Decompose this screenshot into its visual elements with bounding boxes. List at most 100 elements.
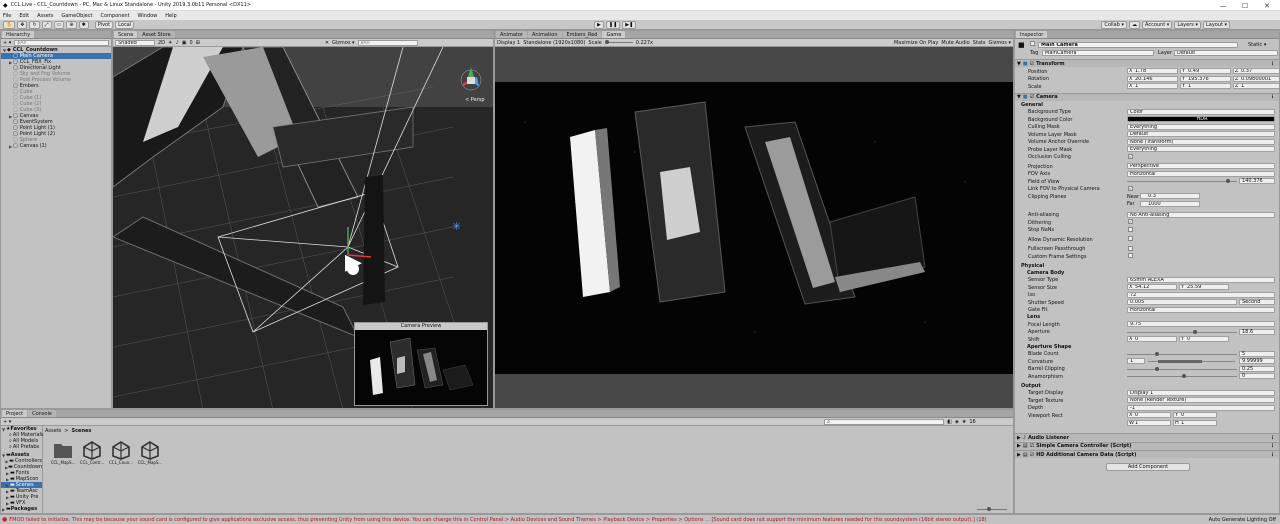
packages-header[interactable]: ▶ ▬ Packages: [1, 506, 42, 512]
camera-stop-nans-checkbox[interactable]: [1128, 226, 1133, 232]
viewport-rect-xy-field-1[interactable]: Y0: [1173, 412, 1217, 418]
barrel-clipping-value[interactable]: 0.25: [1239, 365, 1275, 372]
tab-embers-red[interactable]: Embers_Red: [562, 31, 602, 38]
game-gizmos-dropdown[interactable]: Gizmos ▾: [988, 40, 1011, 46]
tab-asset-store[interactable]: Asset Store: [138, 31, 175, 38]
hand-tool-icon[interactable]: ✋: [3, 20, 16, 29]
focal-length-value[interactable]: 9.75: [1127, 321, 1275, 327]
shutter-speed-value[interactable]: 0.005: [1127, 299, 1237, 305]
minimize-button[interactable]: —: [1212, 0, 1234, 11]
icon-size-slider[interactable]: [977, 507, 1007, 511]
component-enabled-checkbox[interactable]: ☑: [1030, 443, 1034, 449]
component-menu-icon[interactable]: ⋮: [1270, 443, 1275, 449]
viewport-rect-wh-field-0[interactable]: W1: [1127, 419, 1171, 426]
camera-projection-value[interactable]: Perspective: [1127, 163, 1275, 169]
near-clip-field[interactable]: 0.3: [1140, 193, 1200, 199]
aperture-slider[interactable]: [1127, 329, 1237, 334]
project-search-input[interactable]: ⌕: [824, 418, 945, 425]
tab-project[interactable]: Project: [2, 410, 28, 417]
pivot-toggle[interactable]: Pivot: [94, 20, 114, 29]
camera-link-fov-to-physical-camera-checkbox[interactable]: ✓: [1128, 185, 1133, 191]
transform-rotation-x-field[interactable]: X 20.146: [1127, 75, 1178, 82]
transform-position-x-field[interactable]: X 1.78: [1127, 68, 1178, 74]
menu-window[interactable]: Window: [138, 13, 158, 19]
object-name-field[interactable]: Main Camera: [1038, 41, 1238, 48]
scale-tool-icon[interactable]: ⤢: [41, 20, 52, 29]
maximize-button[interactable]: ☐: [1234, 0, 1256, 11]
far-clip-field[interactable]: 1000: [1140, 200, 1200, 207]
camera-allow-dynamic-resolution-checkbox[interactable]: [1128, 236, 1133, 241]
camera-field-of-view-slider-knob[interactable]: [1226, 179, 1230, 183]
transform-tool-icon[interactable]: ⊕: [66, 20, 77, 29]
mode-2d-toggle[interactable]: 2D: [158, 40, 165, 46]
step-button[interactable]: ▶❚: [622, 20, 637, 29]
tab-animation[interactable]: Animation: [528, 31, 562, 38]
collab-button[interactable]: Collab ▾: [1101, 20, 1128, 29]
display-dropdown[interactable]: Display 1: [497, 40, 520, 46]
create-dropdown[interactable]: + ▾: [3, 40, 11, 46]
target-texture-value[interactable]: None (Render Texture): [1127, 397, 1275, 403]
component-menu-icon[interactable]: ⋮: [1270, 452, 1275, 458]
camera-volume-anchor-override-value[interactable]: None (Transform): [1127, 138, 1275, 145]
transform-position-z-field[interactable]: Z 0.37: [1233, 68, 1279, 74]
sensor-size-field-1[interactable]: Y 25.59: [1179, 284, 1229, 290]
transform-rotation-y-field[interactable]: Y 195.376: [1180, 75, 1231, 82]
add-component-button[interactable]: Add Component: [1106, 462, 1190, 471]
curvature-max-field[interactable]: 9.99999: [1239, 358, 1275, 364]
component-enabled-checkbox[interactable]: ☑: [1030, 452, 1034, 458]
project-file[interactable]: CCL_Coun...: [107, 440, 135, 465]
tab-hierarchy[interactable]: Hierarchy: [2, 31, 35, 38]
game-view-render[interactable]: [495, 82, 1014, 374]
blade-count-slider-knob[interactable]: [1154, 351, 1159, 356]
tools-settings-icon[interactable]: ✕: [325, 40, 329, 46]
project-create-dropdown[interactable]: + ▾: [3, 419, 11, 425]
cloud-icon[interactable]: ☁: [1129, 20, 1141, 29]
component-menu-icon[interactable]: ⋮: [1270, 61, 1275, 67]
tab-inspector[interactable]: Inspector: [1016, 31, 1048, 38]
rotate-tool-icon[interactable]: ↻: [29, 20, 40, 29]
camera-custom-frame-settings-checkbox[interactable]: [1128, 253, 1133, 258]
anamorphism-value[interactable]: 0: [1239, 373, 1275, 379]
barrel-clipping-slider-knob[interactable]: [1154, 366, 1159, 371]
camera-fov-axis-value[interactable]: Horizontal: [1127, 170, 1275, 177]
effects-dropdown-icon[interactable]: ▣: [182, 40, 187, 46]
menu-assets[interactable]: Assets: [37, 13, 53, 19]
iso-value[interactable]: 72: [1127, 291, 1275, 298]
auto-lighting-status[interactable]: Auto Generate Lighting Off: [1206, 516, 1276, 523]
blade-count-value[interactable]: 5: [1239, 350, 1275, 357]
depth-value[interactable]: -1: [1127, 404, 1275, 411]
audio-toggle-icon[interactable]: ♪: [176, 40, 179, 46]
resolution-dropdown[interactable]: Standalone (1920x1080): [523, 40, 585, 46]
menu-file[interactable]: File: [3, 13, 11, 19]
scene-viewport[interactable]: ▶ ✳ ☕ < Persp Camera Preview: [113, 47, 493, 408]
curvature-min-field[interactable]: 1: [1127, 358, 1145, 364]
custom-tool-icon[interactable]: ✱: [78, 20, 89, 29]
hidden-objects-counter[interactable]: 0: [189, 40, 192, 46]
gate-fit-value[interactable]: Horizontal: [1127, 306, 1275, 313]
aperture-value[interactable]: 18.6: [1239, 328, 1275, 335]
blade-count-slider[interactable]: [1127, 351, 1237, 356]
component-simple-camera-controller-script[interactable]: ▶ ▤ ☑ Simple Camera Controller (Script) ⋮: [1015, 441, 1279, 450]
camera-occlusion-culling-checkbox[interactable]: ✓: [1128, 153, 1133, 159]
curvature-range-slider[interactable]: [1148, 360, 1235, 363]
shift-field-0[interactable]: X0: [1127, 336, 1177, 342]
project-file[interactable]: CCL_Contr...: [78, 440, 106, 465]
scene-camera-icon[interactable]: ⊞: [196, 40, 200, 46]
move-tool-icon[interactable]: ✥: [17, 20, 28, 29]
breadcrumb-assets[interactable]: Assets: [45, 428, 61, 434]
layer-dropdown[interactable]: Default: [1174, 49, 1278, 56]
close-button[interactable]: ✕: [1256, 0, 1278, 11]
menu-component[interactable]: Component: [101, 13, 130, 19]
transform-scale-z-field[interactable]: Z1: [1233, 83, 1279, 89]
layout-button[interactable]: Layout ▾: [1202, 20, 1231, 29]
filter-label-icon[interactable]: ◈: [955, 419, 959, 425]
camera-probe-layer-mask-value[interactable]: Everything: [1127, 146, 1275, 152]
anamorphism-slider-knob[interactable]: [1182, 374, 1186, 378]
menu-edit[interactable]: Edit: [19, 13, 29, 19]
transform-component[interactable]: ▼ ■ ☑ Transform ⋮: [1015, 59, 1279, 67]
camera-field-of-view-slider[interactable]: [1127, 179, 1237, 183]
project-file[interactable]: CCL_MapS...: [136, 440, 164, 465]
icon-size-slider-knob[interactable]: [987, 507, 991, 511]
active-checkbox[interactable]: [1030, 41, 1035, 46]
tab-scene[interactable]: Scene: [114, 31, 138, 38]
